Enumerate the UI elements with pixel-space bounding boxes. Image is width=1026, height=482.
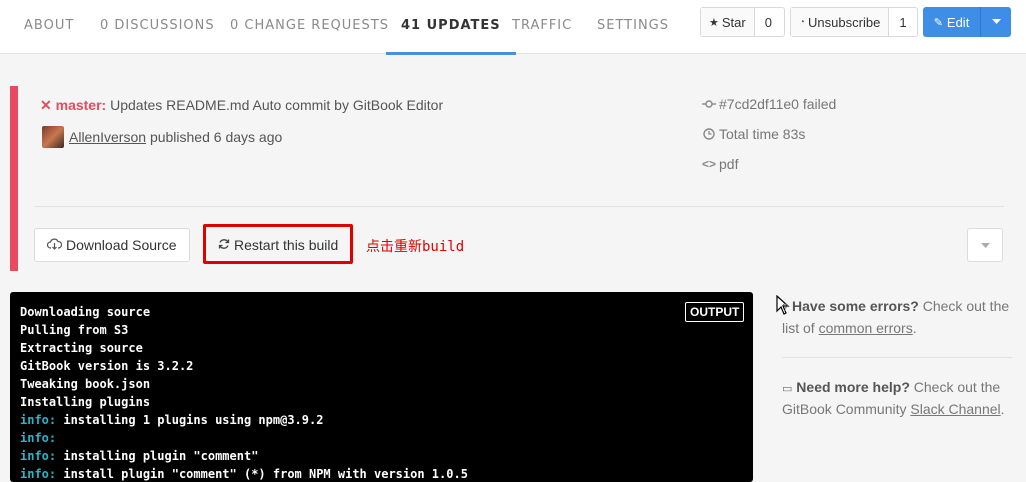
unsubscribe-count[interactable]: 1 <box>889 8 916 36</box>
output-line: info: installing 1 plugins using npm@3.9… <box>20 413 324 427</box>
errors-title: Have some errors? <box>792 298 919 314</box>
output-line: GitBook version is 3.2.2 <box>20 359 194 373</box>
card-divider <box>34 206 1004 207</box>
output-line: info: <box>20 431 57 445</box>
common-errors-link[interactable]: common errors <box>819 320 913 336</box>
avatar[interactable] <box>42 126 64 148</box>
unsubscribe-button-group: ◔ Unsubscribe 1 <box>790 7 918 37</box>
output-line: Tweaking book.json <box>20 377 151 391</box>
more-help: ▭ Need more help? Check out the GitBook … <box>782 379 1005 417</box>
branch-name: master: <box>55 97 107 113</box>
annotation-text: 点击重新build <box>366 239 465 255</box>
slack-channel-link[interactable]: Slack Channel <box>910 401 1000 417</box>
download-source-button[interactable]: Download Source <box>34 228 190 262</box>
errors-help: ? Have some errors? Check out the list o… <box>782 298 1010 336</box>
tab-change-requests[interactable]: 0 CHANGE REQUESTS <box>230 0 389 54</box>
edit-button-group: ✎ Edit <box>923 7 1011 37</box>
tab-discussions[interactable]: 0 DISCUSSIONS <box>100 0 215 54</box>
publish-time: published 6 days ago <box>149 129 283 145</box>
output-line: Downloading source <box>20 305 151 319</box>
edit-button[interactable]: ✎ Edit <box>923 7 981 37</box>
tab-updates[interactable]: 41 UPDATES <box>386 0 516 55</box>
output-line: Extracting source <box>20 341 143 355</box>
build-format-text: pdf <box>719 156 739 172</box>
output-badge: OUTPUT <box>685 302 745 322</box>
more-help-title: Need more help? <box>796 379 910 395</box>
commit-message: Updates README.md Auto commit by GitBook… <box>110 97 444 113</box>
edit-dropdown-toggle[interactable] <box>981 19 1011 25</box>
output-line: info: installing plugin "comment" <box>20 449 259 463</box>
commit-icon <box>701 99 717 109</box>
build-card: ✕ master: Updates README.md Auto commit … <box>10 86 1010 271</box>
star-button-group: ★ Star 0 <box>700 7 785 37</box>
output-line: Installing plugins <box>20 395 151 409</box>
help-divider <box>782 357 1012 358</box>
star-count[interactable]: 0 <box>755 8 782 36</box>
build-output-console: Downloading source Pulling from S3 Extra… <box>10 292 753 482</box>
output-line: info: install plugin "comment" (*) from … <box>20 467 468 481</box>
commit-status-text[interactable]: #7cd2df11e0 failed <box>719 96 836 112</box>
download-source-label: Download Source <box>66 237 177 253</box>
commit-line: ✕ master: Updates README.md Auto commit … <box>40 97 443 114</box>
cloud-download-icon <box>46 238 63 253</box>
rss-icon: ◔ <box>799 16 806 28</box>
publish-info: AllenIverson published 6 days ago <box>69 129 282 145</box>
caret-down-icon <box>991 19 1001 24</box>
output-lines: Downloading source Pulling from S3 Extra… <box>20 303 468 482</box>
failed-icon: ✕ <box>40 97 52 113</box>
edit-label: Edit <box>946 14 970 30</box>
highlight-box <box>203 224 353 264</box>
tab-settings[interactable]: SETTINGS <box>597 0 669 54</box>
code-icon: <> <box>701 157 716 171</box>
build-format: <> pdf <box>701 156 738 172</box>
caret-down-icon <box>980 242 990 248</box>
total-time-text: Total time 83s <box>719 126 806 142</box>
pencil-icon: ✎ <box>933 16 943 29</box>
total-time: Total time 83s <box>701 126 805 142</box>
output-line: Pulling from S3 <box>20 323 129 337</box>
tab-traffic[interactable]: TRAFFIC <box>512 0 572 54</box>
question-icon: ? <box>782 302 789 314</box>
commit-status: #7cd2df11e0 failed <box>701 96 836 112</box>
unsubscribe-button[interactable]: ◔ Unsubscribe <box>791 8 890 36</box>
tab-about[interactable]: ABOUT <box>24 0 74 54</box>
comment-icon: ▭ <box>782 383 793 395</box>
star-button[interactable]: ★ Star <box>701 8 755 36</box>
clock-icon <box>701 128 717 140</box>
star-label: Star <box>721 14 746 30</box>
repo-nav-bar: ABOUT 0 DISCUSSIONS 0 CHANGE REQUESTS 41… <box>0 0 1026 55</box>
unsubscribe-label: Unsubscribe <box>808 14 881 30</box>
build-actions-dropdown[interactable] <box>967 228 1003 262</box>
star-icon: ★ <box>709 16 719 29</box>
author-link[interactable]: AllenIverson <box>69 129 146 145</box>
